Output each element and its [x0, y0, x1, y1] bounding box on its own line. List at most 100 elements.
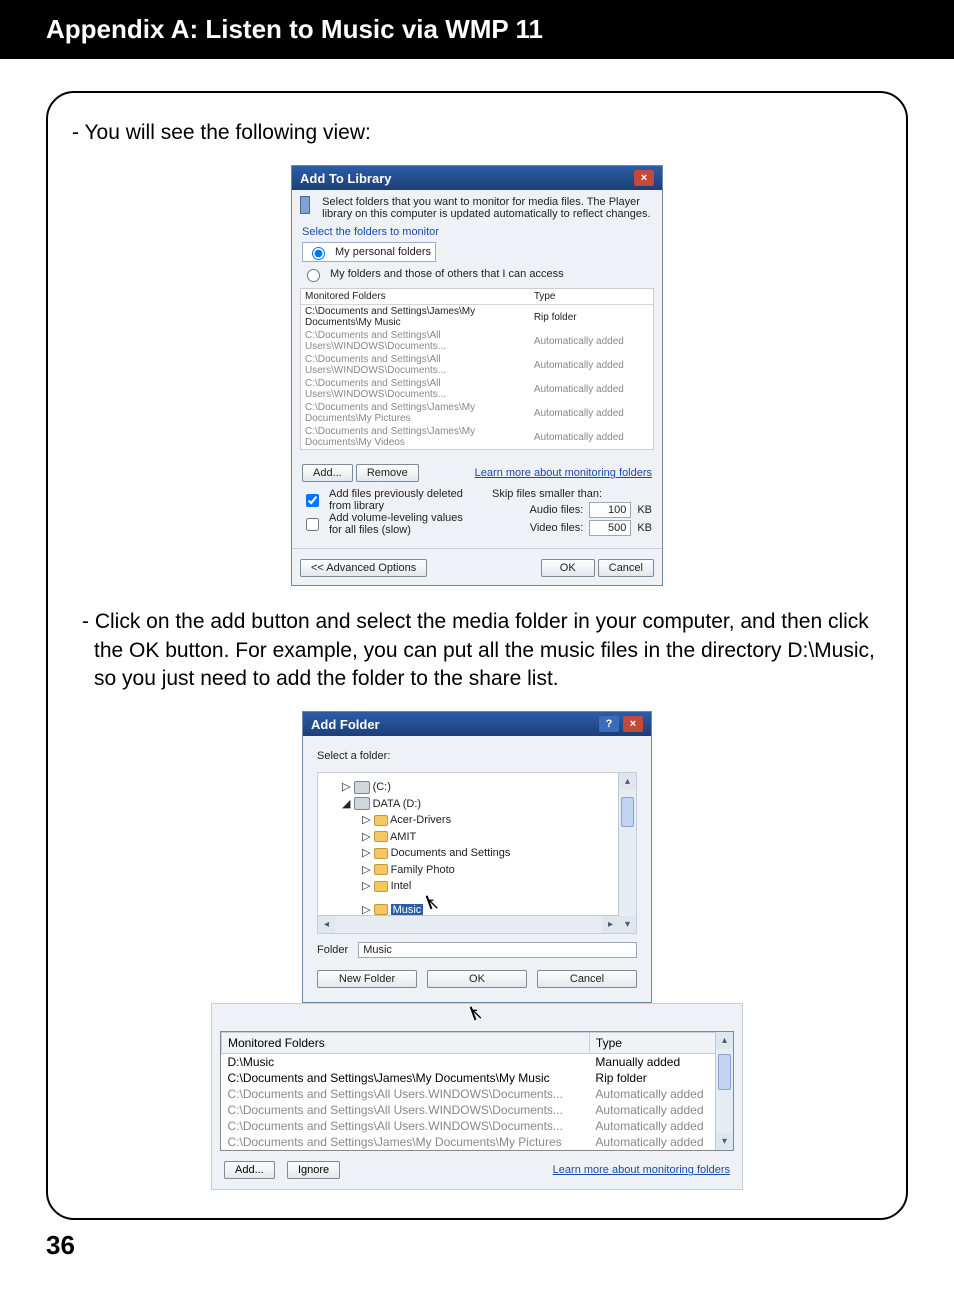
titlebar[interactable]: Add To Library ×: [292, 166, 662, 190]
tree-folder[interactable]: ▷ Acer-Drivers: [328, 812, 632, 829]
drive-d-label: DATA (D:): [373, 798, 421, 810]
dialog-title: Add To Library: [300, 171, 391, 186]
radio-others[interactable]: My folders and those of others that I ca…: [302, 266, 652, 282]
scroll-thumb[interactable]: [621, 797, 634, 827]
tree-folder[interactable]: ▷ Documents and Settings: [328, 845, 632, 862]
paragraph-2: - Click on the add button and select the…: [72, 608, 882, 693]
video-label: Video files:: [530, 522, 584, 534]
scroll-up-icon[interactable]: ▴: [619, 773, 636, 790]
table-row[interactable]: C:\Documents and Settings\All Users\WIND…: [301, 377, 653, 401]
col-type[interactable]: Type: [530, 289, 653, 305]
tree-drive-c[interactable]: ▷ (C:): [328, 779, 632, 796]
scroll-up-icon[interactable]: ▴: [716, 1032, 733, 1049]
titlebar-2[interactable]: Add Folder ? ×: [303, 712, 651, 736]
table-row[interactable]: C:\Documents and Settings\James\My Docum…: [222, 1070, 733, 1086]
ok-button[interactable]: OK: [427, 970, 527, 988]
learn-more-link[interactable]: Learn more about monitoring folders: [475, 467, 652, 479]
radio-personal-input[interactable]: [312, 247, 325, 260]
paragraph-1: - You will see the following view:: [72, 119, 882, 147]
cursor-icon: [470, 1006, 484, 1024]
add-button[interactable]: Add...: [302, 464, 353, 482]
folder-tree[interactable]: ▷ (C:) ◢ DATA (D:) ▷ Acer-Drivers▷ AMIT▷…: [318, 773, 636, 934]
close-icon[interactable]: ×: [623, 716, 643, 732]
scroll-right-icon[interactable]: ▸: [602, 916, 619, 933]
cursor-icon: [426, 895, 440, 913]
table-row[interactable]: D:\MusicManually added: [222, 1054, 733, 1071]
radio-others-label: My folders and those of others that I ca…: [330, 268, 564, 280]
page-number: 36: [46, 1230, 954, 1261]
scroll-thumb[interactable]: [718, 1054, 731, 1090]
help-icon[interactable]: ?: [599, 716, 619, 732]
tree-folder[interactable]: ▷ Intel: [328, 878, 632, 895]
kb-label-2: KB: [637, 522, 652, 534]
radio-personal[interactable]: My personal folders: [302, 242, 436, 262]
content-frame: - You will see the following view: Add T…: [46, 91, 908, 1220]
table-row[interactable]: C:\Documents and Settings\James\My Docum…: [301, 401, 653, 425]
table-row[interactable]: C:\Documents and Settings\James\My Docum…: [301, 305, 653, 330]
radio-personal-label: My personal folders: [335, 246, 431, 258]
skip-label: Skip files smaller than:: [492, 488, 652, 500]
chk-volume[interactable]: Add volume-leveling values for all files…: [302, 512, 478, 536]
remove-button[interactable]: Remove: [356, 464, 419, 482]
section-label: Select the folders to monitor: [302, 226, 652, 238]
drive-icon: [354, 797, 370, 810]
dialog-intro: Select folders that you want to monitor …: [322, 196, 654, 220]
folder-icon: [374, 848, 388, 859]
vertical-scrollbar-2[interactable]: ▴ ▾: [715, 1032, 733, 1150]
add-button-2[interactable]: Add...: [224, 1161, 275, 1179]
ok-button[interactable]: OK: [541, 559, 595, 577]
chk-deleted[interactable]: Add files previously deleted from librar…: [302, 488, 478, 512]
table-row[interactable]: C:\Documents and Settings\James\My Docum…: [222, 1134, 733, 1150]
vertical-scrollbar[interactable]: ▴ ▾: [618, 773, 636, 933]
table-row[interactable]: C:\Documents and Settings\All Users.WIND…: [222, 1118, 733, 1134]
tree-drive-d[interactable]: ◢ DATA (D:): [328, 796, 632, 813]
folder-field-label: Folder: [317, 944, 348, 956]
video-input[interactable]: 500: [589, 520, 631, 536]
learn-more-link-2[interactable]: Learn more about monitoring folders: [553, 1164, 730, 1176]
dialog2-title: Add Folder: [311, 717, 380, 732]
folder-icon: [374, 881, 388, 892]
tree-folder[interactable]: ▷ AMIT: [328, 829, 632, 846]
table-row[interactable]: C:\Documents and Settings\All Users\WIND…: [301, 353, 653, 377]
library-icon: [300, 196, 310, 214]
tree-folder[interactable]: ▷ Family Photo: [328, 862, 632, 879]
audio-input[interactable]: 100: [589, 502, 631, 518]
ignore-button[interactable]: Ignore: [287, 1161, 340, 1179]
advanced-options-button[interactable]: << Advanced Options: [300, 559, 427, 577]
monitored-folders-table-2: Monitored FoldersType D:\MusicManually a…: [221, 1032, 733, 1150]
kb-label: KB: [637, 504, 652, 516]
folder-icon: [374, 904, 388, 915]
table-row[interactable]: C:\Documents and Settings\All Users.WIND…: [222, 1086, 733, 1102]
add-to-library-dialog: Add To Library × Select folders that you…: [291, 165, 663, 586]
d1-rows: C:\Documents and Settings\James\My Docum…: [301, 305, 653, 450]
select-folder-label: Select a folder:: [303, 736, 651, 766]
chk-volume-input[interactable]: [306, 518, 319, 531]
scroll-down-icon[interactable]: ▾: [716, 1133, 733, 1150]
close-icon[interactable]: ×: [634, 170, 654, 186]
chk-deleted-label: Add files previously deleted from librar…: [329, 488, 478, 512]
scroll-left-icon[interactable]: ◂: [318, 916, 335, 933]
col-folders-2[interactable]: Monitored Folders: [222, 1033, 590, 1054]
page-header: Appendix A: Listen to Music via WMP 11: [0, 0, 954, 59]
folder-icon: [374, 864, 388, 875]
new-folder-button[interactable]: New Folder: [317, 970, 417, 988]
chk-deleted-input[interactable]: [306, 494, 319, 507]
table-row[interactable]: C:\Documents and Settings\James\My Docum…: [301, 425, 653, 449]
radio-others-input[interactable]: [307, 269, 320, 282]
add-folder-dialog: Add Folder ? × Select a folder: ▷ (C:) ◢…: [302, 711, 652, 1003]
cancel-button[interactable]: Cancel: [537, 970, 637, 988]
monitored-folders-table: Monitored FoldersType C:\Documents and S…: [301, 289, 653, 449]
drive-icon: [354, 781, 370, 794]
folder-field[interactable]: Music: [358, 942, 637, 958]
chk-volume-label: Add volume-leveling values for all files…: [329, 512, 478, 536]
col-type-2[interactable]: Type: [589, 1033, 732, 1054]
folder-icon: [374, 815, 388, 826]
scroll-down-icon[interactable]: ▾: [619, 916, 636, 933]
drive-c-label: (C:): [373, 781, 391, 793]
table-row[interactable]: C:\Documents and Settings\All Users\WIND…: [301, 329, 653, 353]
cancel-button[interactable]: Cancel: [598, 559, 654, 577]
col-folders[interactable]: Monitored Folders: [301, 289, 530, 305]
folder-icon: [374, 831, 388, 842]
table-row[interactable]: C:\Documents and Settings\All Users.WIND…: [222, 1102, 733, 1118]
horizontal-scrollbar[interactable]: ◂ ▸: [318, 915, 619, 933]
